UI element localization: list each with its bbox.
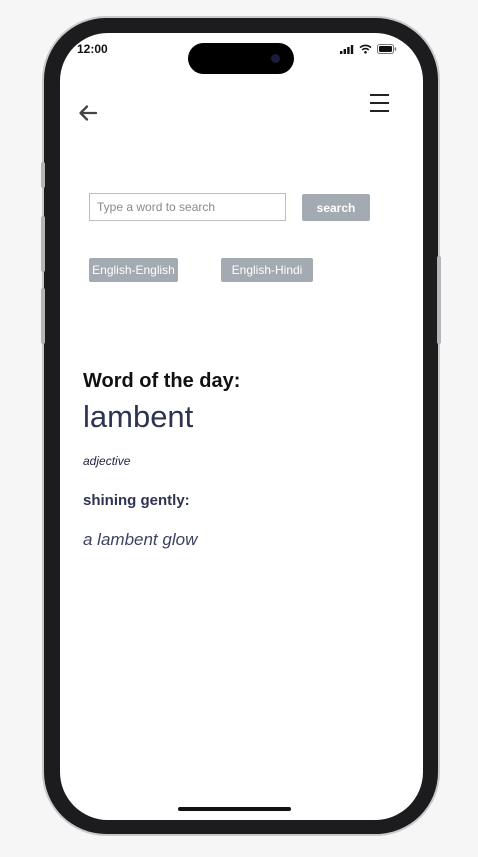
part-of-speech: adjective [83,454,131,468]
phone-screen: 12:00 search English-Engl [60,33,423,820]
search-input[interactable] [89,193,286,221]
menu-button[interactable] [370,94,390,112]
volume-up-button [41,216,45,272]
volume-down-button [41,288,45,344]
status-time: 12:00 [77,42,108,56]
wifi-icon [359,44,372,54]
word-of-the-day-word: lambent [83,399,194,434]
dynamic-island [188,43,294,74]
usage-example: a lambent glow [83,530,198,549]
back-button[interactable] [77,103,99,123]
home-indicator[interactable] [178,807,291,811]
word-meaning: shining gently: [83,492,190,509]
search-button[interactable]: search [302,194,370,221]
arrow-left-icon [79,105,98,121]
hamburger-menu-icon [370,94,389,96]
word-of-the-day-heading: Word of the day: [83,370,241,392]
action-button [41,162,45,188]
english-hindi-button[interactable]: English-Hindi [221,258,313,282]
hamburger-menu-icon [370,102,389,104]
status-icons [340,44,397,54]
camera-icon [271,54,280,63]
signal-icon [340,44,354,54]
battery-icon [377,44,397,54]
hamburger-menu-icon [370,110,389,112]
english-english-button[interactable]: English-English [89,258,178,282]
power-button [437,256,441,344]
